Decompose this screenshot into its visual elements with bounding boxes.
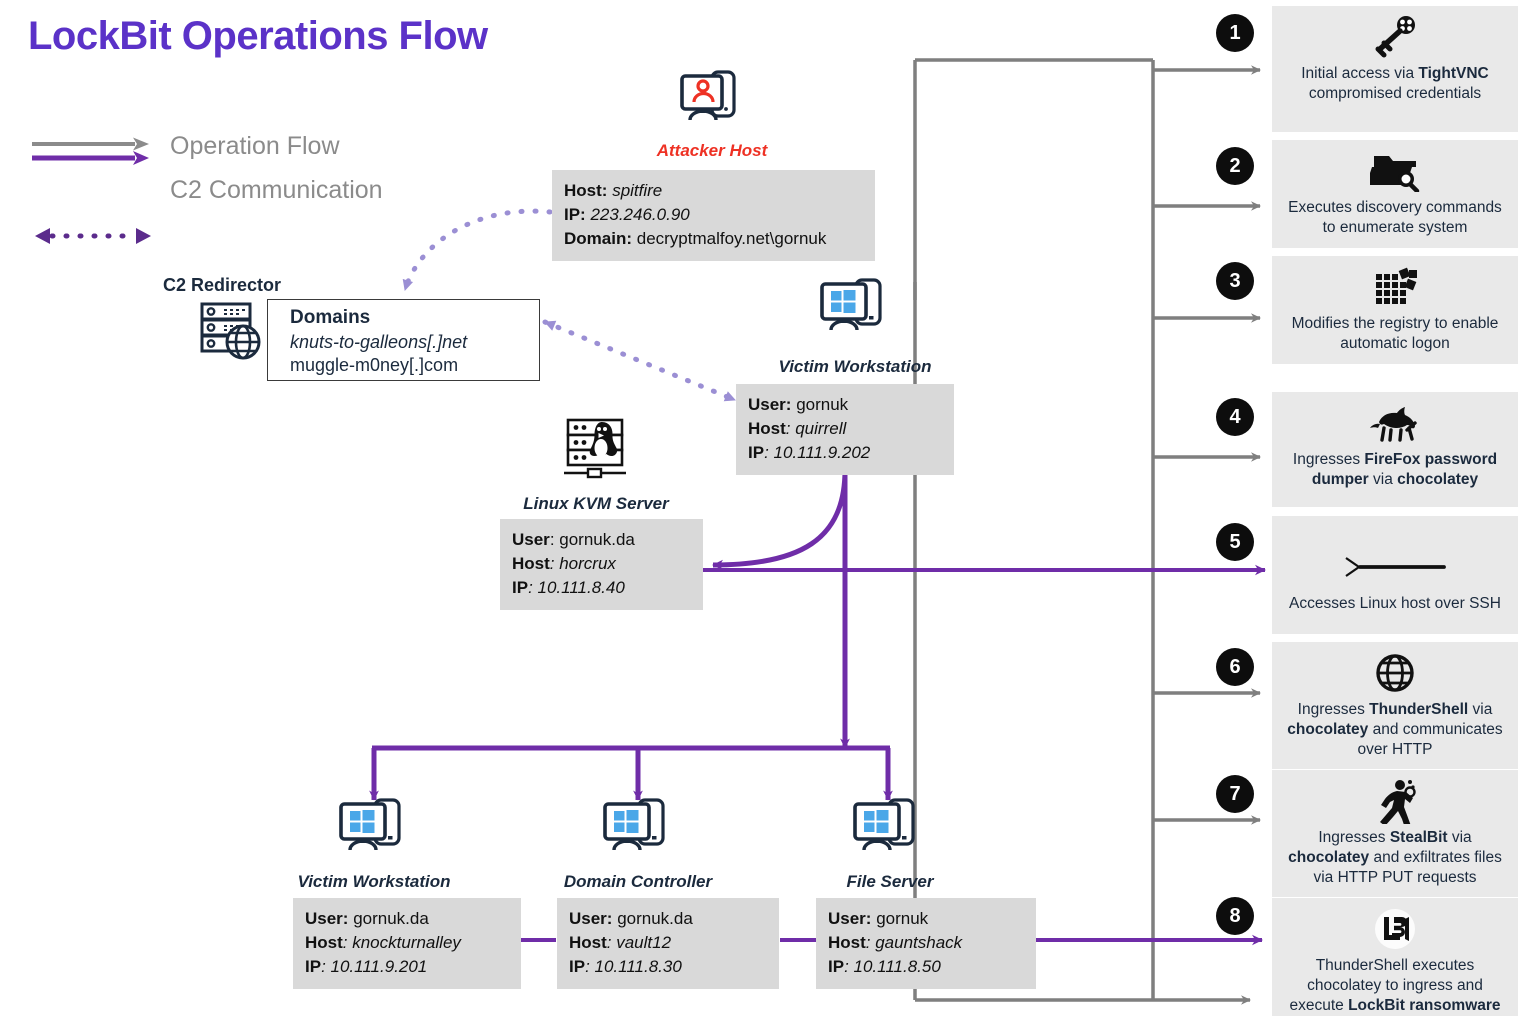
fs-field-user: User: gornuk [828, 909, 929, 928]
vw-bot-field-host: Host: knockturnalley [305, 933, 461, 953]
vw-top-field-host: Host: quirrell [748, 419, 847, 439]
vw-top-field-ip: IP: 10.111.9.202 [748, 443, 871, 463]
step-card-8[interactable]: ThunderShell executes chocolatey to ingr… [1272, 898, 1518, 1016]
step-badge-5: 5 [1216, 523, 1254, 561]
file-server-label: File Server [846, 872, 934, 891]
domain-controller-label: Domain Controller [563, 872, 713, 891]
kvm-field-host: Host: horcrux [512, 554, 616, 574]
step-card-7[interactable]: Ingresses StealBit via chocolatey and ex… [1272, 770, 1518, 897]
lockbit-logo-icon [1372, 906, 1418, 952]
c2-domains-box: Domains knuts-to-galleons[.]net muggle-m… [267, 299, 540, 381]
step-badge-2: 2 [1216, 147, 1254, 185]
dc-field-ip: IP: 10.111.8.30 [569, 957, 682, 977]
firefox-fox-icon [1367, 400, 1423, 446]
running-person-icon [1373, 778, 1417, 824]
attacker-host-label: Attacker Host [656, 141, 768, 160]
c2-domain-2: muggle-m0ney[.]com [290, 355, 459, 376]
legend-label-c2-communication: C2 Communication [170, 176, 383, 204]
fs-field-ip: IP: 10.111.8.50 [828, 957, 941, 977]
linux-penguin-server-icon [564, 418, 626, 479]
vw-bot-field-user: User: gornuk.da [305, 909, 429, 928]
step-card-3[interactable]: Modifies the registry to enable automati… [1272, 256, 1518, 364]
step-text-6: Ingresses ThunderShell via chocolatey an… [1287, 701, 1503, 759]
page-title: LockBit Operations Flow [28, 14, 488, 58]
domain-controller-info-box: User: gornuk.da Host: vault12 IP: 10.111… [557, 898, 779, 990]
registry-grid-icon [1372, 264, 1418, 310]
victim-workstation-bottom-label: Victim Workstation [297, 872, 451, 891]
attacker-host-field-ip: IP: 223.246.0.90 [564, 205, 690, 225]
kvm-field-ip: IP: 10.111.8.40 [512, 578, 625, 598]
dc-field-host: Host: vault12 [569, 933, 672, 953]
step-badge-3: 3 [1216, 262, 1254, 300]
key-icon [1370, 14, 1420, 60]
step-card-6[interactable]: Ingresses ThunderShell via chocolatey an… [1272, 642, 1518, 769]
vw-bot-field-ip: IP: 10.111.9.201 [305, 957, 428, 977]
windows-workstation-icon [603, 798, 665, 851]
legend-label-operation-flow: Operation Flow [170, 132, 340, 160]
server-globe-icon [200, 302, 261, 360]
step-card-2[interactable]: Executes discovery commands to enumerate… [1272, 140, 1518, 248]
victim-workstation-bottom-info-box: User: gornuk.da Host: knockturnalley IP:… [293, 898, 521, 990]
step-badge-7: 7 [1216, 775, 1254, 813]
vw-top-field-user: User: gornuk [748, 395, 849, 414]
fs-field-host: Host: gauntshack [828, 933, 963, 953]
step-card-5[interactable]: Accesses Linux host over SSH [1272, 516, 1518, 634]
dotted-double-arrow-icon [35, 228, 151, 244]
step-text-4: Ingresses FireFox password dumper via ch… [1292, 451, 1498, 489]
step-badge-8: 8 [1216, 897, 1254, 935]
step-badge-1: 1 [1216, 14, 1254, 52]
c2-domain-1: knuts-to-galleons[.]net [290, 331, 468, 352]
step-badge-6: 6 [1216, 648, 1254, 686]
windows-workstation-icon [853, 798, 915, 851]
attacker-host-info-box: Host: spitfire IP: 223.246.0.90 Domain: … [552, 170, 875, 262]
victim-workstation-top-info-box: User: gornuk Host: quirrell IP: 10.111.9… [736, 384, 954, 476]
step-card-1[interactable]: Initial access via TightVNC compromised … [1272, 6, 1518, 132]
victim-workstation-top-label: Victim Workstation [778, 357, 932, 376]
step-text-8: ThunderShell executes chocolatey to ingr… [1289, 957, 1501, 1015]
attacker-host-monitor-icon [680, 70, 736, 121]
step-text-3: Modifies the registry to enable automati… [1291, 315, 1499, 353]
step-text-2: Executes discovery commands to enumerate… [1288, 199, 1502, 237]
solid-arrow-pair-icon [32, 137, 149, 165]
linux-kvm-info-box: User: gornuk.da Host: horcrux IP: 10.111… [500, 519, 703, 611]
kvm-field-user: User: gornuk.da [512, 530, 635, 549]
windows-workstation-icon [339, 798, 401, 851]
step-text-5: Accesses Linux host over SSH [1289, 595, 1501, 612]
step-text-1: Initial access via TightVNC compromised … [1301, 65, 1489, 103]
step-card-4[interactable]: Ingresses FireFox password dumper via ch… [1272, 392, 1518, 507]
attacker-host-field-host: Host: spitfire [564, 181, 663, 200]
step-badge-4: 4 [1216, 398, 1254, 436]
c2-domains-title: Domains [290, 307, 371, 328]
c2-redirector-title: C2 Redirector [163, 275, 282, 295]
attacker-host-field-domain: Domain: decryptmalfoy.net\gornuk [564, 229, 827, 249]
globe-icon [1373, 650, 1417, 696]
ssh-terminal-prompt-icon [1340, 544, 1450, 590]
dc-field-user: User: gornuk.da [569, 909, 693, 928]
windows-workstation-icon [820, 278, 882, 331]
step-text-7: Ingresses StealBit via chocolatey and ex… [1288, 829, 1502, 887]
linux-kvm-label: Linux KVM Server [523, 494, 669, 513]
diagram-canvas: LockBit Operations Flow Operation Flow C… [0, 0, 1534, 1018]
folder-search-icon [1370, 148, 1420, 194]
file-server-info-box: User: gornuk Host: gauntshack IP: 10.111… [816, 898, 1036, 990]
